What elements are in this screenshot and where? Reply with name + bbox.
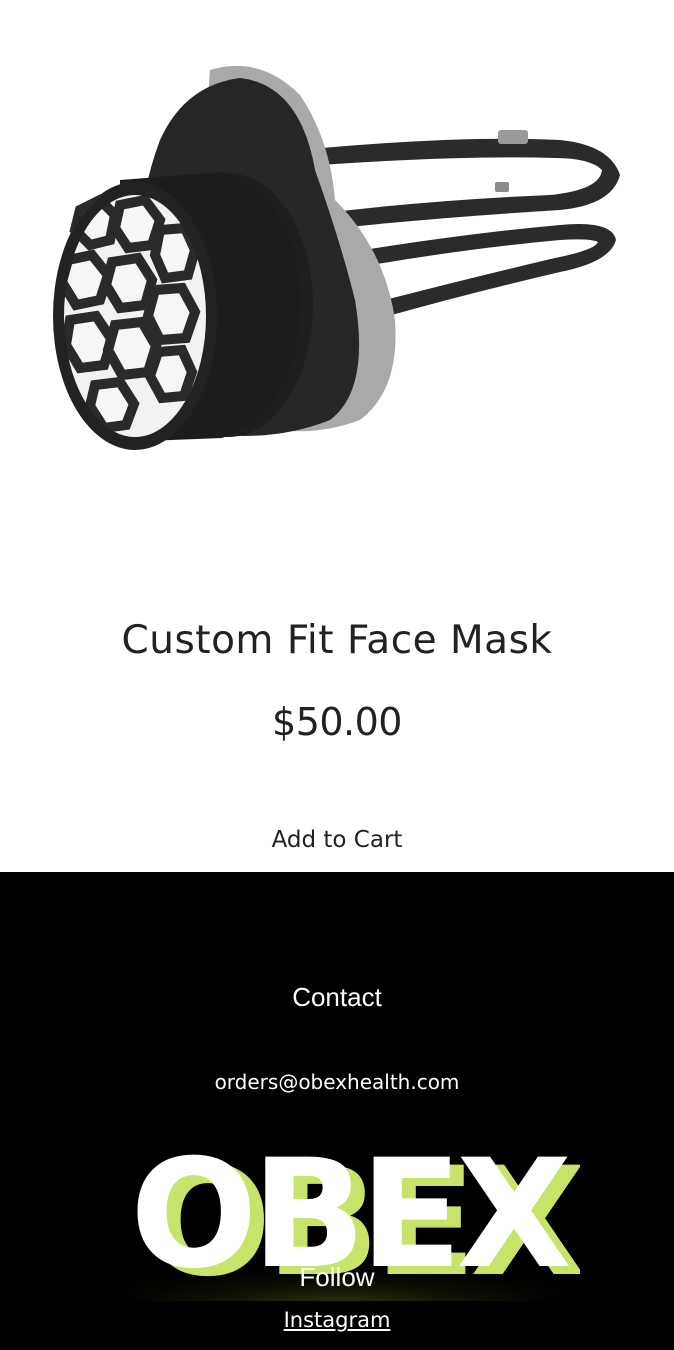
contact-heading: Contact — [292, 982, 382, 1012]
product-title: Custom Fit Face Mask — [121, 618, 553, 663]
product-page: Custom Fit Face Mask $50.00 Add to Cart … — [0, 0, 674, 1350]
contact-email-link[interactable]: orders@obexhealth.com — [0, 1070, 674, 1094]
face-mask-illustration — [53, 65, 620, 450]
follow-heading: Follow — [299, 1262, 375, 1292]
site-footer: Contact orders@obexhealth.com OBEX OBEX … — [0, 872, 674, 1350]
add-to-cart-button[interactable]: Add to Cart — [237, 816, 437, 864]
product-image — [0, 0, 674, 590]
instagram-link[interactable]: Instagram — [0, 1308, 674, 1332]
product-price: $50.00 — [272, 700, 402, 744]
